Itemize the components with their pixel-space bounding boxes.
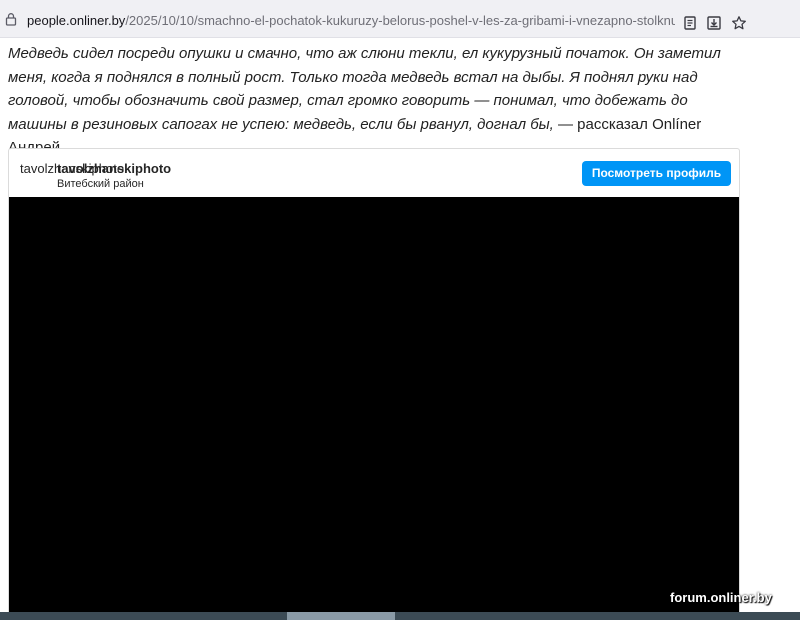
url-text[interactable]: people.onliner.by/2025/10/10/smachno-el-… (27, 12, 675, 30)
bookmark-star-icon[interactable] (731, 15, 747, 31)
instagram-username[interactable]: tavolzhanskiphoto (57, 161, 171, 177)
address-bar[interactable]: people.onliner.by/2025/10/10/smachno-el-… (0, 4, 756, 34)
view-profile-button[interactable]: Посмотреть профиль (582, 161, 731, 186)
article-paragraph: Медведь сидел посреди опушки и смачно, ч… (8, 42, 738, 160)
instagram-media[interactable] (9, 197, 739, 620)
instagram-embed: tavolzhanskiphoto tavolzhanskiphoto Вите… (8, 148, 740, 620)
download-icon[interactable] (706, 15, 722, 31)
instagram-embed-header: tavolzhanskiphoto tavolzhanskiphoto Вите… (9, 149, 739, 197)
reader-view-icon[interactable] (682, 15, 698, 31)
browser-toolbar: people.onliner.by/2025/10/10/smachno-el-… (0, 0, 800, 38)
url-host: people.onliner.by (27, 13, 126, 28)
lock-icon[interactable] (4, 12, 18, 26)
instagram-location[interactable]: Витебский район (57, 177, 144, 191)
bottom-scrollbar-thumb[interactable] (287, 612, 395, 620)
bottom-scrollbar-track[interactable] (0, 612, 800, 620)
forum-watermark: forum.onliner.by (670, 590, 772, 605)
url-path: /2025/10/10/smachno-el-pochatok-kukuruzy… (125, 13, 675, 28)
